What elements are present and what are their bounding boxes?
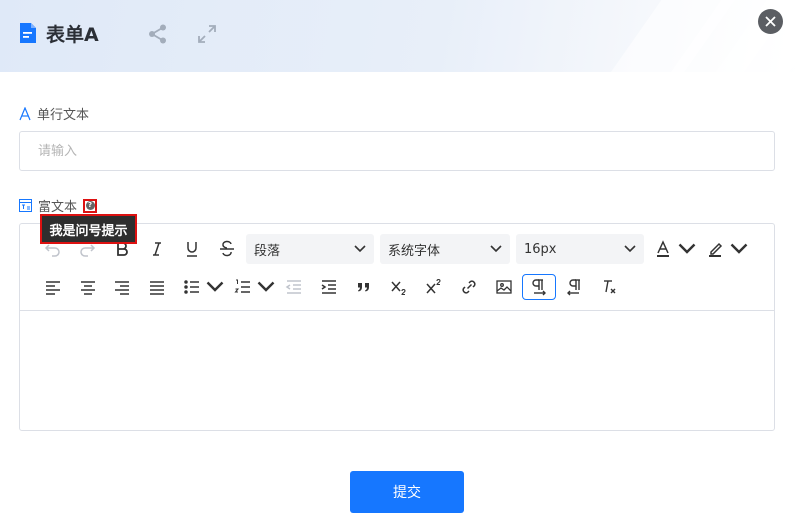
chevron-down-icon xyxy=(354,245,366,253)
clear-format-button[interactable] xyxy=(596,274,622,300)
font-color-icon xyxy=(657,240,669,257)
rich-text-editor: 段落 系统字体 16px xyxy=(19,223,775,431)
dialog-header: 表单A xyxy=(0,0,800,72)
subscript-button[interactable] xyxy=(386,274,412,300)
align-center-button[interactable] xyxy=(75,274,101,300)
align-left-icon xyxy=(46,281,60,295)
superscript-button[interactable] xyxy=(421,274,447,300)
submit-button[interactable]: 提交 xyxy=(350,471,464,513)
background-color-button[interactable] xyxy=(702,236,728,262)
align-right-button[interactable] xyxy=(109,274,135,300)
indent-icon xyxy=(321,280,336,294)
image-icon xyxy=(496,280,512,294)
page-title: 表单A xyxy=(46,24,99,46)
rich-text-icon xyxy=(19,199,32,212)
highlighter-icon xyxy=(709,242,723,257)
font-family-select[interactable]: 系统字体 xyxy=(380,234,510,264)
justify-button[interactable] xyxy=(144,274,170,300)
bullet-list-button[interactable] xyxy=(179,274,205,300)
align-center-icon xyxy=(81,281,95,295)
paragraph-select[interactable]: 段落 xyxy=(246,234,374,264)
font-family-value: 系统字体 xyxy=(388,243,441,259)
quote-icon xyxy=(358,283,369,292)
indent-button[interactable] xyxy=(316,274,342,300)
link-button[interactable] xyxy=(456,274,482,300)
paragraph-rtl-icon xyxy=(567,279,580,296)
single-line-text-label: 单行文本 xyxy=(19,104,89,123)
bullet-list-dropdown[interactable] xyxy=(204,274,226,300)
document-icon xyxy=(20,23,36,43)
ordered-list-dropdown[interactable] xyxy=(255,274,277,300)
share-icon[interactable] xyxy=(147,23,169,45)
chevron-down-icon xyxy=(678,243,696,254)
ordered-list-button[interactable] xyxy=(230,274,256,300)
justify-icon xyxy=(150,281,164,295)
underline-icon xyxy=(187,242,197,257)
field-label-text: 单行文本 xyxy=(37,108,90,123)
link-icon xyxy=(462,280,476,294)
superscript-icon xyxy=(426,279,441,294)
blockquote-button[interactable] xyxy=(351,274,377,300)
close-button[interactable] xyxy=(758,9,783,34)
outdent-icon xyxy=(285,280,301,294)
italic-icon xyxy=(153,242,161,256)
paragraph-ltr-icon xyxy=(532,279,546,296)
align-right-icon xyxy=(115,281,129,295)
chevron-down-icon xyxy=(257,281,275,292)
background-color-dropdown[interactable] xyxy=(728,236,750,262)
underline-button[interactable] xyxy=(179,236,205,262)
ltr-direction-button[interactable] xyxy=(522,274,556,300)
font-color-dropdown[interactable] xyxy=(676,236,698,262)
question-icon[interactable]: ? xyxy=(83,198,98,213)
align-left-button[interactable] xyxy=(40,274,66,300)
text-a-icon xyxy=(19,106,31,120)
close-icon xyxy=(765,16,776,27)
bullet-list-icon xyxy=(184,280,199,294)
clear-format-icon xyxy=(604,280,616,294)
chevron-down-icon xyxy=(730,243,748,254)
strikethrough-button[interactable] xyxy=(214,236,240,262)
outdent-button[interactable] xyxy=(281,274,307,300)
rich-text-label: 富文本 ? xyxy=(19,196,98,215)
field-label-text: 富文本 xyxy=(38,200,78,215)
chevron-down-icon xyxy=(206,281,224,292)
subscript-icon xyxy=(391,281,406,296)
chevron-down-icon xyxy=(624,245,636,253)
font-size-value: 16px xyxy=(524,241,557,257)
paragraph-value: 段落 xyxy=(254,243,281,259)
chevron-down-icon xyxy=(490,245,502,253)
rtl-direction-button[interactable] xyxy=(561,274,587,300)
italic-button[interactable] xyxy=(144,236,170,262)
font-size-select[interactable]: 16px xyxy=(516,234,644,264)
editor-content-area[interactable] xyxy=(20,311,774,430)
expand-icon[interactable] xyxy=(196,23,218,45)
image-button[interactable] xyxy=(491,274,517,300)
ordered-list-icon xyxy=(234,279,250,293)
help-tooltip: 我是问号提示 xyxy=(40,214,137,244)
font-color-button[interactable] xyxy=(650,236,676,262)
single-line-text-input[interactable] xyxy=(19,131,775,171)
strikethrough-icon xyxy=(220,240,234,257)
